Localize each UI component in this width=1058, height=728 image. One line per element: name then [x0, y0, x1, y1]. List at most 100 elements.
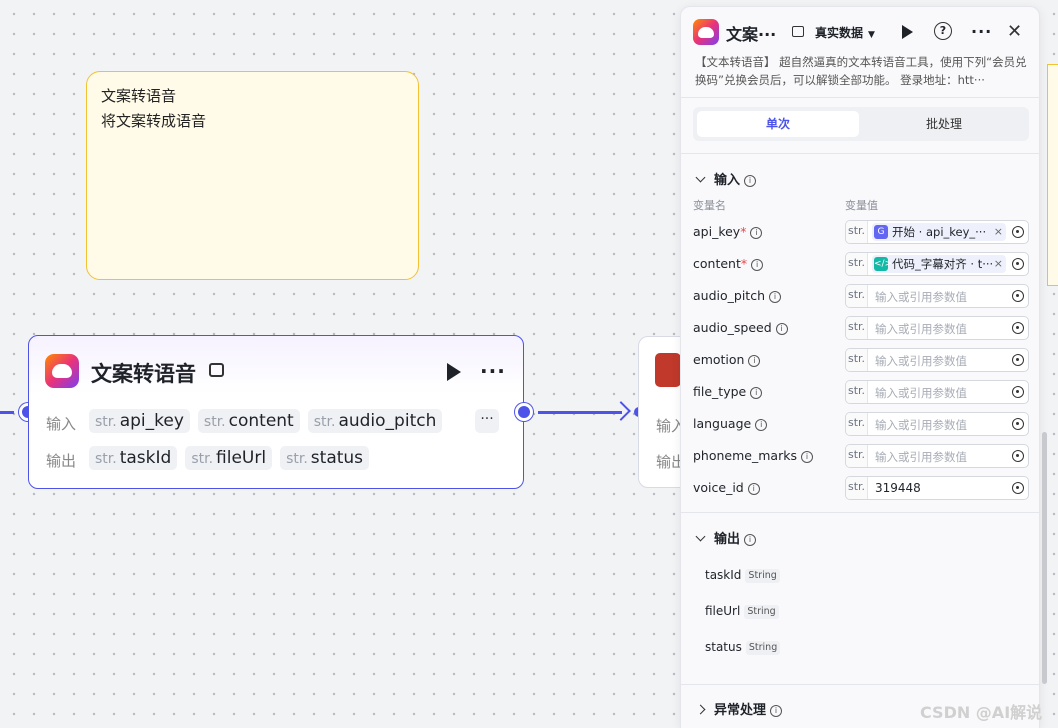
more-inputs-button[interactable]: ··· — [475, 409, 499, 433]
variable-row: phoneme_marks i str. 输入或引用参数值 — [693, 444, 1029, 468]
variable-name: file_type i — [693, 384, 763, 399]
info-icon: i — [769, 291, 781, 303]
reference-tag[interactable]: G 开始 · api_key_··· × — [872, 223, 1006, 241]
variable-placeholder: 输入或引用参数值 — [875, 450, 967, 464]
tab-batch[interactable]: 批处理 — [863, 111, 1025, 137]
variable-name: emotion i — [693, 352, 761, 367]
output-variable-row: fileUrl String — [705, 604, 779, 619]
connection-edge[interactable] — [538, 411, 622, 414]
tab-single[interactable]: 单次 — [697, 111, 859, 137]
variable-value-input[interactable]: str. 输入或引用参数值 — [845, 284, 1029, 308]
info-icon: i — [775, 323, 788, 335]
variable-value-input[interactable]: str. 输入或引用参数值 — [845, 444, 1029, 468]
reference-target-icon[interactable] — [1012, 386, 1024, 398]
help-icon[interactable]: ? — [934, 22, 952, 40]
output-chip-taskid: str. taskId — [89, 446, 178, 470]
type-prefix: str. — [846, 221, 868, 243]
output-variable-row: taskId String — [705, 568, 780, 583]
node-input-chips: str. api_key str. content str. audio_pitch — [89, 409, 469, 433]
panel-description: 【文本转语音】 超自然逼真的文本转语音工具，使用下列“会员兑换码”兑换会员后，可… — [695, 55, 1027, 87]
info-icon: i — [750, 387, 763, 399]
variable-row: content* i str. </> 代码_字幕对齐 · t··· × — [693, 252, 1029, 276]
node-config-panel: 文案··· 真实数据 ▼ ? ··· ✕ 【文本转语音】 超自然逼真的文本转语音工… — [680, 6, 1040, 728]
divider — [681, 153, 1039, 154]
ref-source-icon: G — [874, 225, 888, 239]
chevron-down-icon — [695, 172, 706, 183]
variable-value-input[interactable]: str. G 开始 · api_key_··· × — [845, 220, 1029, 244]
node-input-label: 输入 — [46, 415, 77, 433]
input-section-toggle[interactable]: 输入 i — [695, 169, 757, 188]
panel-run-button[interactable] — [902, 25, 913, 39]
data-mode-select[interactable]: 真实数据 ▼ — [815, 24, 875, 41]
panel-plugin-icon — [693, 19, 719, 45]
variable-row: audio_speed i str. 输入或引用参数值 — [693, 316, 1029, 340]
output-type-tag: String — [744, 605, 779, 619]
variable-value-input[interactable]: str. 输入或引用参数值 — [845, 380, 1029, 404]
variable-value-input[interactable]: str. 输入或引用参数值 — [845, 412, 1029, 436]
node-output-label: 输出 — [46, 452, 77, 470]
variable-placeholder: 输入或引用参数值 — [875, 322, 967, 336]
output-type-tag: String — [745, 569, 780, 583]
variable-placeholder: 输入或引用参数值 — [875, 354, 967, 368]
variable-name: content* i — [693, 256, 764, 271]
remove-ref-icon[interactable]: × — [994, 255, 1003, 273]
variable-row: language i str. 输入或引用参数值 — [693, 412, 1029, 436]
reference-target-icon[interactable] — [1012, 482, 1024, 494]
node-title: 文案转语音 — [91, 362, 196, 386]
output-variable-row: status String — [705, 640, 781, 655]
variable-row: file_type i str. 输入或引用参数值 — [693, 380, 1029, 404]
input-chip-api-key: str. api_key — [89, 409, 190, 433]
note-line-1: 文案转语音 — [101, 87, 177, 105]
workflow-node-tts[interactable]: 文案转语音 ··· 输入 str. api_key str. content str. a… — [28, 335, 524, 489]
variable-value-input[interactable]: str. 输入或引用参数值 — [845, 316, 1029, 340]
variable-value-input[interactable]: str. 输入或引用参数值 — [845, 348, 1029, 372]
output-name: status — [705, 640, 742, 654]
connection-arrowhead — [611, 401, 631, 421]
watermark: CSDN @AI解说 — [920, 703, 1043, 722]
variable-placeholder: 输入或引用参数值 — [875, 290, 967, 304]
info-icon: i — [800, 451, 813, 463]
remove-ref-icon[interactable]: × — [994, 223, 1003, 241]
node-output-port[interactable] — [515, 403, 533, 421]
panel-scrollbar[interactable] — [1042, 432, 1047, 684]
reference-tag[interactable]: </> 代码_字幕对齐 · t··· × — [872, 255, 1006, 273]
column-header-name: 变量名 — [693, 199, 726, 212]
next-node-avatar-icon — [655, 353, 681, 387]
incoming-edge-line — [0, 411, 14, 414]
output-name: fileUrl — [705, 604, 741, 618]
output-name: taskId — [705, 568, 742, 582]
sticky-note[interactable]: 文案转语音 将文案转成语音 — [86, 71, 419, 280]
variable-row: audio_pitch i str. 输入或引用参数值 — [693, 284, 1029, 308]
reference-target-icon[interactable] — [1012, 226, 1024, 238]
variable-name: audio_speed i — [693, 320, 788, 335]
run-node-button[interactable] — [447, 363, 461, 381]
sticky-note-partial — [1047, 64, 1058, 286]
chevron-right-icon — [695, 704, 706, 715]
type-prefix: str. — [846, 477, 868, 499]
panel-more-button[interactable]: ··· — [971, 24, 992, 40]
output-type-tag: String — [745, 641, 781, 655]
chevron-down-icon: ▼ — [868, 30, 875, 40]
info-icon: i — [747, 483, 760, 495]
output-section-toggle[interactable]: 输出 i — [695, 528, 757, 547]
variable-value-input[interactable]: str. </> 代码_字幕对齐 · t··· × — [845, 252, 1029, 276]
node-more-button[interactable]: ··· — [480, 361, 506, 381]
info-icon: i — [751, 259, 764, 271]
close-icon[interactable]: ✕ — [1007, 21, 1022, 42]
reference-target-icon[interactable] — [1012, 354, 1024, 366]
input-chip-content: str. content — [197, 409, 300, 433]
run-mode-tabs: 单次 批处理 — [693, 107, 1029, 141]
reference-target-icon[interactable] — [1012, 450, 1024, 462]
variable-name: audio_pitch i — [693, 288, 781, 303]
variable-value-input[interactable]: str. 319448 — [845, 476, 1029, 500]
reference-target-icon[interactable] — [1012, 290, 1024, 302]
info-icon: i — [750, 227, 763, 239]
reference-target-icon[interactable] — [1012, 258, 1024, 270]
reference-target-icon[interactable] — [1012, 418, 1024, 430]
reference-target-icon[interactable] — [1012, 322, 1024, 334]
variable-name: phoneme_marks i — [693, 448, 813, 463]
type-prefix: str. — [846, 381, 868, 403]
error-section-toggle[interactable]: 异常处理 i — [695, 699, 783, 718]
divider — [681, 512, 1039, 513]
info-icon: i — [755, 419, 768, 431]
